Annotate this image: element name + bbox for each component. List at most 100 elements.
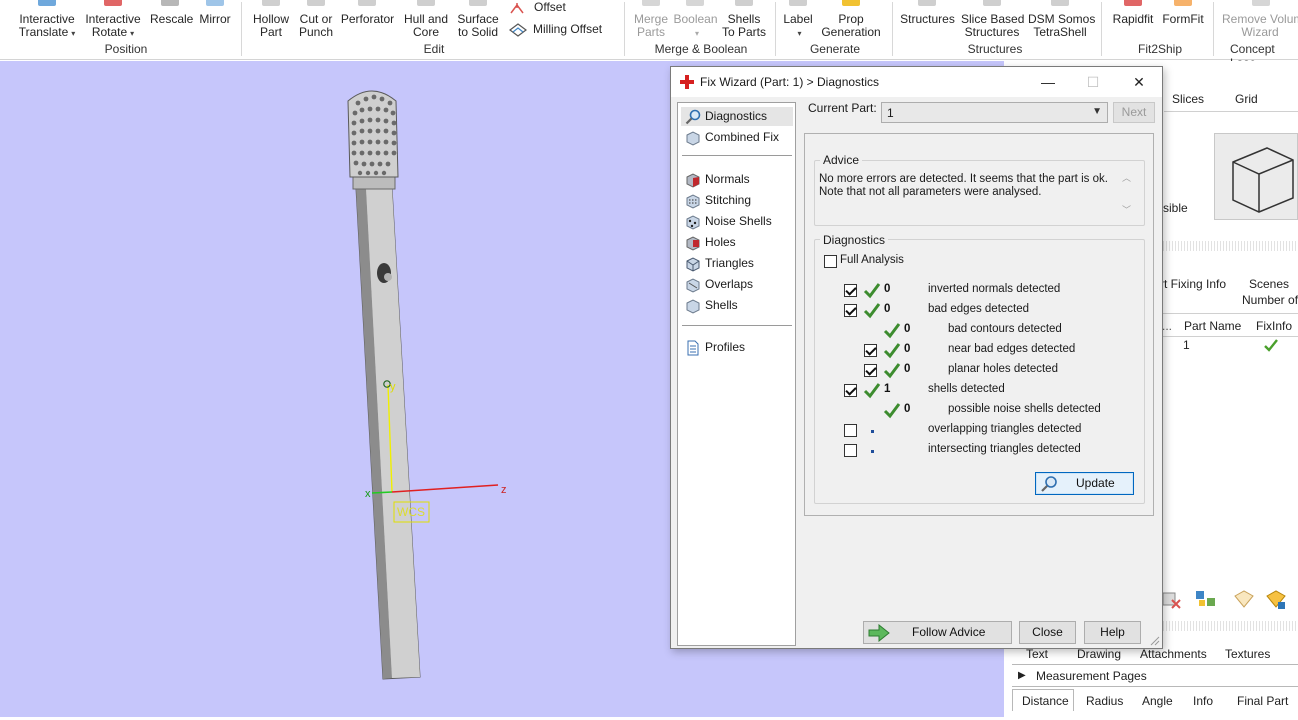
inverted-normals-label: inverted normals detected (928, 283, 1061, 295)
minimize-button[interactable]: — (1025, 67, 1071, 97)
cut-or-punch-button[interactable]: Cut or Punch (297, 0, 335, 39)
nav-item-triangles[interactable]: Triangles (681, 254, 793, 273)
boolean-button[interactable]: Boolean ▾ (673, 0, 718, 40)
tab-grid[interactable]: Grid (1235, 92, 1258, 106)
table-header-fixinfo[interactable]: FixInfo (1256, 319, 1292, 333)
prop-generation-button[interactable]: Prop Generation (820, 0, 882, 39)
hollow-part-button[interactable]: Hollow Part (250, 0, 292, 39)
nav-item-stitching[interactable]: Stitching (681, 191, 793, 210)
shells-to-parts-button[interactable]: Shells To Parts (722, 0, 766, 39)
checkmark-icon (863, 303, 881, 319)
near-bad-edges-label: near bad edges detected (948, 343, 1076, 355)
hull-and-core-button[interactable]: Hull and Core (401, 0, 451, 39)
offset-icon (508, 2, 526, 14)
noise-shells-count: 0 (904, 403, 911, 415)
nav-item-profiles[interactable]: Profiles (681, 338, 793, 357)
current-part-select[interactable]: 1 ▼ (881, 102, 1108, 123)
triangle-right-icon: ▶ (1018, 670, 1026, 681)
tab-radius[interactable]: Radius (1086, 694, 1123, 708)
maximize-button[interactable]: ☐ (1070, 67, 1116, 97)
label-tool-icon[interactable] (1232, 588, 1256, 610)
label-button[interactable]: Label ▾ (782, 0, 814, 40)
tab-angle[interactable]: Angle (1142, 694, 1173, 708)
remove-volume-wizard-button[interactable]: Remove Volum Wizard (1222, 0, 1298, 39)
near-bad-edges-checkbox[interactable] (864, 344, 877, 357)
overlapping-triangles-label: overlapping triangles detected (928, 423, 1082, 435)
delete-part-icon[interactable] (1160, 588, 1184, 610)
tab-final-part[interactable]: Final Part (1237, 694, 1288, 708)
group-label-merge-boolean: Merge & Boolean (654, 42, 748, 56)
full-analysis-checkbox[interactable] (824, 255, 837, 268)
help-button[interactable]: Help (1084, 621, 1141, 644)
shells-checkbox[interactable] (844, 384, 857, 397)
resize-grip-icon[interactable] (1150, 636, 1160, 646)
rapidfit-icon (1124, 0, 1142, 6)
tab-text[interactable]: Text (1026, 647, 1048, 661)
advice-title: Advice (820, 153, 863, 167)
surface-to-solid-button[interactable]: Surface to Solid (456, 0, 500, 39)
table-header-part-name[interactable]: Part Name (1184, 319, 1241, 333)
parts-tree-icon[interactable] (1194, 588, 1218, 610)
inverted-normals-checkbox[interactable] (844, 284, 857, 297)
close-window-button[interactable]: ✕ (1116, 67, 1162, 97)
merge-parts-button[interactable]: Merge Parts (632, 0, 670, 39)
noise-shells-label: possible noise shells detected (948, 403, 1101, 415)
pending-dot-icon (871, 430, 874, 433)
divider (1160, 313, 1298, 314)
nav-item-normals[interactable]: Normals (681, 170, 793, 189)
perforator-button[interactable]: Perforator (340, 0, 395, 26)
rescale-button[interactable]: Rescale (150, 0, 193, 26)
magnifier-icon (1041, 476, 1057, 492)
tab-drawing[interactable]: Drawing (1077, 647, 1121, 661)
tab-slices[interactable]: Slices (1172, 92, 1204, 106)
advice-scrollbar[interactable]: ︿ ﹀ (1120, 171, 1134, 221)
formfit-button[interactable]: FormFit (1162, 0, 1204, 26)
nav-item-overlaps[interactable]: Overlaps (681, 275, 793, 294)
tab-distance[interactable]: Distance (1012, 689, 1074, 711)
tab-info[interactable]: Info (1193, 694, 1213, 708)
mirror-button[interactable]: Mirror (197, 0, 233, 26)
pending-dot-icon (871, 450, 874, 453)
structures-button[interactable]: Structures (900, 0, 955, 26)
dialog-title-bar[interactable]: Fix Wizard (Part: 1) > Diagnostics — ☐ ✕ (671, 67, 1162, 97)
interactive-translate-button[interactable]: Interactive Translate ▾ (18, 0, 76, 40)
scroll-up-icon[interactable]: ︿ (1122, 171, 1131, 184)
table-header-more[interactable]: ... (1162, 319, 1172, 333)
close-button[interactable]: Close (1019, 621, 1076, 644)
shells-count: 1 (884, 383, 891, 395)
follow-advice-button[interactable]: Follow Advice (863, 621, 1012, 644)
tab-scenes[interactable]: Scenes (1249, 277, 1289, 291)
nav-item-combined-fix[interactable]: Combined Fix (681, 128, 793, 147)
nav-item-noise-shells[interactable]: Noise Shells (681, 212, 793, 231)
scroll-down-icon[interactable]: ﹀ (1122, 203, 1131, 216)
shells-to-parts-icon (735, 0, 753, 6)
next-button[interactable]: Next (1113, 102, 1155, 123)
group-label-generate: Generate (809, 42, 861, 56)
chevron-down-icon: ▼ (1092, 106, 1102, 117)
table-row[interactable]: 1 (1160, 337, 1298, 355)
planar-holes-checkbox[interactable] (864, 364, 877, 377)
tab-textures[interactable]: Textures (1225, 647, 1270, 661)
translate-icon (38, 0, 56, 6)
view-cube-preview[interactable] (1214, 133, 1298, 220)
interactive-rotate-button[interactable]: Interactive Rotate ▾ (84, 0, 142, 40)
nav-item-shells[interactable]: Shells (681, 296, 793, 315)
dsm-somos-tetrashell-button[interactable]: DSM Somos TetraShell (1028, 0, 1095, 39)
rapidfit-button[interactable]: Rapidfit (1110, 0, 1156, 26)
nav-item-diagnostics[interactable]: Diagnostics (681, 107, 793, 126)
label-edit-icon[interactable] (1264, 588, 1288, 610)
tab-part-fixing-info[interactable]: rt Fixing Info (1160, 277, 1226, 291)
divider (1012, 664, 1298, 665)
bad-edges-checkbox[interactable] (844, 304, 857, 317)
full-analysis-label: Full Analysis (840, 254, 904, 266)
nav-item-holes[interactable]: Holes (681, 233, 793, 252)
overlapping-triangles-checkbox[interactable] (844, 424, 857, 437)
group-label-edit: Edit (423, 42, 445, 56)
cube-icon (686, 131, 700, 146)
slice-based-structures-button[interactable]: Slice Based Structures (961, 0, 1024, 39)
part-name-cell: 1 (1183, 338, 1190, 352)
advice-text: No more errors are detected. It seems th… (819, 173, 1108, 198)
update-button[interactable]: Update (1035, 472, 1134, 495)
tab-attachments[interactable]: Attachments (1140, 647, 1207, 661)
intersecting-triangles-checkbox[interactable] (844, 444, 857, 457)
